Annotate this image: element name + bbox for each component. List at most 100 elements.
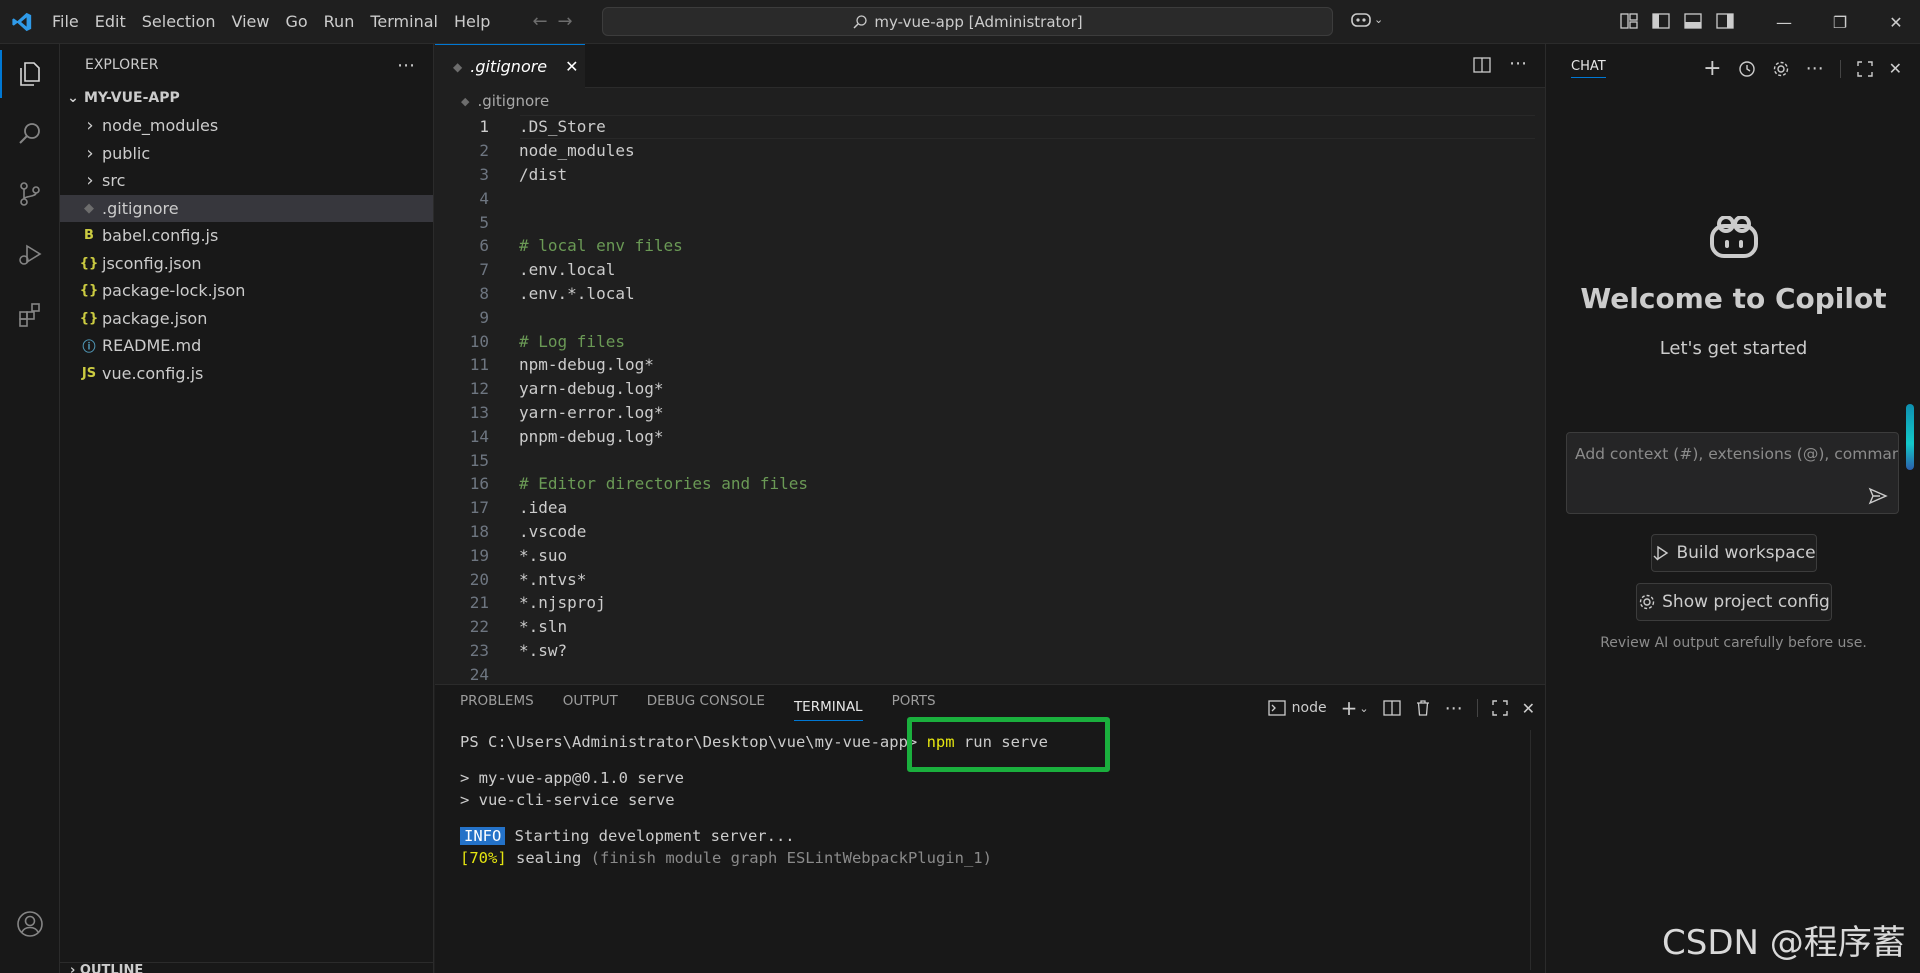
tab-debug-console[interactable]: DEBUG CONSOLE bbox=[647, 693, 765, 721]
chevron-right-icon: › bbox=[86, 115, 94, 137]
code-line: 22 *.sln bbox=[435, 615, 1545, 639]
menu-help[interactable]: Help bbox=[446, 7, 498, 37]
history-icon[interactable] bbox=[1738, 60, 1756, 78]
tree-file[interactable]: {} package-lock.json bbox=[60, 277, 433, 305]
editor-more-icon[interactable]: ⋯ bbox=[1509, 55, 1527, 74]
chat-input[interactable]: Add context (#), extensions (@), command… bbox=[1566, 432, 1899, 514]
line-number: 18 bbox=[469, 521, 489, 541]
maximize-panel-icon[interactable] bbox=[1491, 700, 1508, 716]
toggle-secondary-sidebar-icon[interactable] bbox=[1716, 12, 1734, 30]
panel-more-icon[interactable]: ⋯ bbox=[1445, 698, 1463, 719]
more-actions-icon[interactable]: ⋯ bbox=[397, 55, 415, 76]
new-chat-icon[interactable]: + bbox=[1703, 56, 1721, 81]
line-number: 16 bbox=[469, 474, 489, 494]
chevron-right-icon: › bbox=[70, 963, 76, 973]
menu-go[interactable]: Go bbox=[277, 7, 315, 37]
line-text: .env.local bbox=[519, 260, 616, 280]
tree-file[interactable]: {} package.json bbox=[60, 305, 433, 333]
activity-bar bbox=[0, 44, 60, 973]
tree-folder[interactable]: › node_modules bbox=[60, 112, 433, 140]
close-window-icon[interactable]: ✕ bbox=[1868, 0, 1920, 44]
code-line: 13 yarn-error.log* bbox=[435, 401, 1545, 425]
tree-file[interactable]: JS vue.config.js bbox=[60, 360, 433, 388]
build-workspace-button[interactable]: Build workspace bbox=[1651, 534, 1817, 572]
customize-layout-icon[interactable] bbox=[1620, 12, 1638, 30]
title-bar: File Edit Selection View Go Run Terminal Help ←… bbox=[0, 0, 1920, 44]
chat-input-placeholder: Add context (#), extensions (@), command… bbox=[1575, 445, 1899, 463]
toggle-panel-icon[interactable] bbox=[1684, 12, 1702, 30]
maximize-chat-icon[interactable] bbox=[1856, 60, 1873, 77]
close-chat-icon[interactable]: ✕ bbox=[1889, 59, 1902, 78]
layout-controls bbox=[1620, 12, 1734, 30]
search-view-button[interactable] bbox=[0, 104, 60, 164]
chat-header: CHAT + ⋯ ✕ bbox=[1546, 44, 1920, 86]
chat-more-icon[interactable]: ⋯ bbox=[1806, 58, 1824, 79]
copilot-menu-button[interactable]: ⌄ bbox=[1350, 10, 1383, 28]
menu-run[interactable]: Run bbox=[316, 7, 363, 37]
line-text: *.suo bbox=[519, 545, 568, 565]
window-controls: — ❐ ✕ bbox=[1756, 0, 1920, 44]
command-center[interactable]: my-vue-app [Administrator] bbox=[602, 7, 1333, 36]
extensions-view-button[interactable] bbox=[0, 284, 60, 344]
send-icon[interactable] bbox=[1868, 487, 1888, 505]
toggle-primary-sidebar-icon[interactable] bbox=[1652, 12, 1670, 30]
show-project-config-button[interactable]: Show project config bbox=[1636, 583, 1832, 621]
outline-section[interactable]: › OUTLINE bbox=[60, 962, 434, 973]
tree-file[interactable]: Bbabel.config.js bbox=[60, 222, 433, 250]
gear-icon bbox=[1639, 594, 1655, 610]
source-control-view-button[interactable] bbox=[0, 164, 60, 224]
back-arrow-icon[interactable]: ← bbox=[532, 11, 547, 32]
tab-gitignore[interactable]: ◆ .gitignore ✕ bbox=[435, 44, 585, 88]
menu-selection[interactable]: Selection bbox=[134, 7, 224, 37]
menu-file[interactable]: File bbox=[44, 7, 87, 37]
current-line-highlight bbox=[520, 115, 1535, 139]
copilot-icon bbox=[1710, 216, 1758, 258]
tree-file[interactable]: ⓘ README.md bbox=[60, 332, 433, 360]
code-line: 9 bbox=[435, 305, 1545, 329]
search-icon bbox=[19, 123, 40, 144]
breadcrumb-file[interactable]: .gitignore bbox=[477, 92, 549, 110]
code-line: 10 # Log files bbox=[435, 329, 1545, 353]
close-panel-icon[interactable]: ✕ bbox=[1522, 699, 1535, 718]
tab-output[interactable]: OUTPUT bbox=[563, 693, 618, 721]
restore-icon[interactable]: ❐ bbox=[1812, 0, 1868, 44]
new-terminal-icon[interactable]: + bbox=[1341, 696, 1358, 720]
forward-arrow-icon[interactable]: → bbox=[558, 11, 573, 32]
terminal-scrollbar[interactable] bbox=[1530, 730, 1544, 970]
tree-folder[interactable]: › public bbox=[60, 140, 433, 168]
tab-terminal[interactable]: TERMINAL bbox=[793, 699, 863, 721]
code-line: 12 yarn-debug.log* bbox=[435, 377, 1545, 401]
tree-file[interactable]: ◆ .gitignore bbox=[60, 194, 433, 222]
run-debug-view-button[interactable] bbox=[0, 224, 60, 284]
tab-label: .gitignore bbox=[470, 57, 548, 76]
source-control-icon bbox=[20, 182, 40, 206]
chevron-down-icon[interactable]: ⌄ bbox=[1359, 702, 1368, 715]
divider bbox=[1839, 59, 1841, 78]
tree-file[interactable]: {} jsconfig.json bbox=[60, 250, 433, 278]
accounts-button[interactable] bbox=[0, 894, 60, 954]
chat-title[interactable]: CHAT bbox=[1571, 59, 1606, 78]
build-workspace-label: Build workspace bbox=[1676, 543, 1816, 563]
explorer-view-button[interactable] bbox=[0, 44, 60, 104]
run-debug-icon bbox=[19, 244, 42, 265]
split-editor-icon[interactable] bbox=[1473, 56, 1491, 74]
chevron-down-icon: ⌄ bbox=[67, 90, 79, 106]
menu-terminal[interactable]: Terminal bbox=[362, 7, 446, 37]
workspace-folder[interactable]: ⌄ MY-VUE-APP bbox=[60, 86, 433, 110]
gear-icon[interactable] bbox=[1772, 60, 1790, 78]
line-text: npm-debug.log* bbox=[519, 355, 654, 375]
menu-view[interactable]: View bbox=[224, 7, 278, 37]
minimize-icon[interactable]: — bbox=[1756, 0, 1812, 44]
split-terminal-icon[interactable] bbox=[1382, 699, 1401, 717]
tab-problems[interactable]: PROBLEMS bbox=[460, 693, 534, 721]
json-braces-icon: {} bbox=[79, 255, 99, 271]
chat-scrollbar[interactable] bbox=[1906, 404, 1914, 470]
trash-icon[interactable] bbox=[1415, 699, 1431, 717]
code-editor[interactable]: 1 .DS_Store 2 node_modules 3/dist 4 5 6 # local … bbox=[435, 115, 1545, 686]
welcome-subtitle: Let's get started bbox=[1659, 338, 1808, 359]
terminal-name[interactable]: node bbox=[1292, 700, 1327, 716]
menu-edit[interactable]: Edit bbox=[87, 7, 134, 37]
close-tab-icon[interactable]: ✕ bbox=[565, 57, 578, 76]
tree-folder[interactable]: › src bbox=[60, 167, 433, 195]
line-text: /dist bbox=[519, 164, 568, 184]
